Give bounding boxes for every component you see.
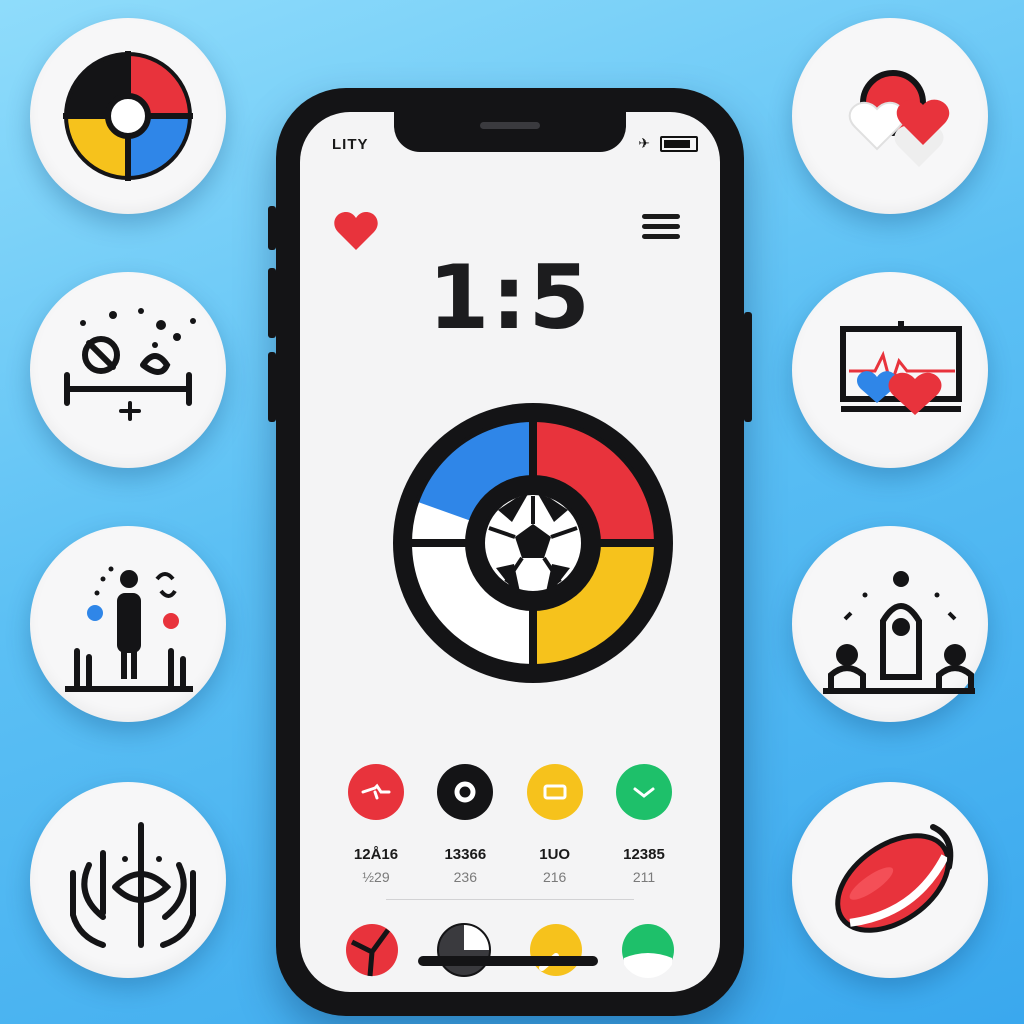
rugby-ball-icon: [835, 824, 954, 933]
stat-button-green[interactable]: [615, 764, 672, 820]
stat-item: 12385 211: [608, 764, 680, 885]
bottom-tab-green[interactable]: [620, 922, 676, 978]
home-indicator[interactable]: [418, 956, 598, 966]
badge-group[interactable]: [792, 526, 988, 722]
health-monitor-icon: [840, 321, 962, 415]
stat-button-black[interactable]: [437, 764, 494, 820]
badge-fitness[interactable]: [30, 272, 226, 468]
badge-target[interactable]: [30, 782, 226, 978]
status-icons: ✈: [638, 136, 698, 152]
badge-team[interactable]: [30, 526, 226, 722]
red-arrow-icon: [361, 783, 391, 800]
team-players-icon: [65, 566, 193, 692]
stat-item: 12Å16 ½29: [340, 764, 412, 885]
badge-pie-chart[interactable]: [30, 18, 226, 214]
black-ball-icon: [437, 923, 491, 977]
carrier-label: LITY: [332, 136, 369, 153]
signal-icon: ✈: [638, 136, 650, 152]
fitness-activity-icon: [64, 308, 196, 421]
pie-chart-icon: [63, 51, 193, 181]
divider: [386, 899, 634, 900]
black-ring-icon: [454, 781, 476, 803]
bottom-tab-black[interactable]: [436, 922, 492, 978]
soccer-ball-icon: [481, 491, 585, 595]
stat-button-red[interactable]: [348, 764, 404, 820]
notch: [394, 112, 626, 152]
bottom-tabbar: [344, 922, 676, 978]
green-check-icon: [633, 787, 655, 798]
stat-sub: 216: [542, 869, 567, 885]
soccer-wheel[interactable]: [388, 398, 678, 688]
red-ball-icon: [346, 924, 398, 977]
badge-rugby-ball[interactable]: [792, 782, 988, 978]
stats-row: 12Å16 ½29 13366 236 1UO 216 12385 211: [340, 764, 680, 885]
stat-value: 12385: [623, 846, 665, 863]
phone-side-button-2: [268, 268, 276, 338]
bottom-tab-yellow[interactable]: [528, 922, 584, 978]
stat-item: 13366 236: [429, 764, 501, 885]
badge-health-monitor[interactable]: [792, 272, 988, 468]
phone-screen: LITY ✈ 1:5 12Å16 ½29 13366 236 1UO 216 1…: [300, 112, 720, 992]
target-figure-icon: [70, 822, 196, 948]
stat-sub: 236: [453, 869, 477, 885]
speaker: [480, 122, 540, 129]
phone-device: LITY ✈ 1:5 12Å16 ½29 13366 236 1UO 216 1…: [268, 88, 752, 1016]
yellow-square-icon: [543, 784, 567, 800]
hearts-icon: [848, 70, 950, 167]
badge-hearts[interactable]: [792, 18, 988, 214]
phone-side-button-3: [268, 352, 276, 422]
battery-icon: [660, 136, 698, 152]
match-score: 1:5: [428, 246, 592, 349]
bottom-tab-red[interactable]: [344, 922, 400, 978]
menu-button[interactable]: [642, 214, 680, 244]
stat-item: 1UO 216: [519, 764, 591, 885]
stat-value: 13366: [444, 846, 487, 863]
stat-sub: ½29: [362, 869, 390, 885]
stat-value: 12Å16: [353, 846, 399, 863]
stat-sub: 211: [632, 869, 656, 885]
green-ball-icon: [622, 924, 674, 978]
yellow-ball-icon: [530, 924, 582, 976]
stat-button-yellow[interactable]: [526, 764, 583, 820]
hamburger-menu-icon: [642, 214, 680, 239]
phone-side-button-1: [268, 206, 276, 250]
phone-power-button: [744, 312, 752, 422]
stat-value: 1UO: [539, 846, 571, 863]
group-meeting-icon: [823, 571, 975, 694]
